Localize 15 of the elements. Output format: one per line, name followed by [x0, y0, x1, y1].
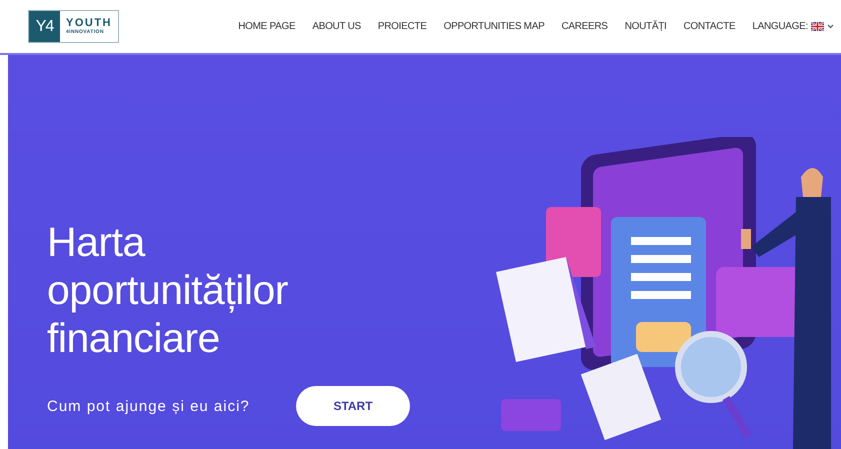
uk-flag-icon: [811, 22, 824, 31]
logo-mark: Y4: [29, 11, 60, 42]
start-button[interactable]: START: [296, 386, 410, 426]
nav-link[interactable]: PROIECTE: [378, 21, 427, 32]
nav-link[interactable]: CAREERS: [561, 21, 608, 32]
nav-link[interactable]: CONTACTE: [683, 21, 736, 32]
logo-name: YOUTH: [66, 17, 112, 29]
nav-link[interactable]: OPPORTUNITIES MAP: [444, 21, 544, 32]
hero-title: Harta oportunităților financiare: [47, 218, 289, 362]
nav-link[interactable]: NOUTĂȚI: [624, 21, 666, 32]
nav-link[interactable]: ABOUT US: [312, 21, 361, 32]
hero-subtitle: Cum pot ajunge și eu aici?: [47, 398, 251, 414]
nav-link[interactable]: HOME PAGE: [238, 21, 296, 32]
language-link[interactable]: LANGUAGE:: [752, 21, 808, 32]
chevron-down-icon[interactable]: [827, 24, 834, 29]
